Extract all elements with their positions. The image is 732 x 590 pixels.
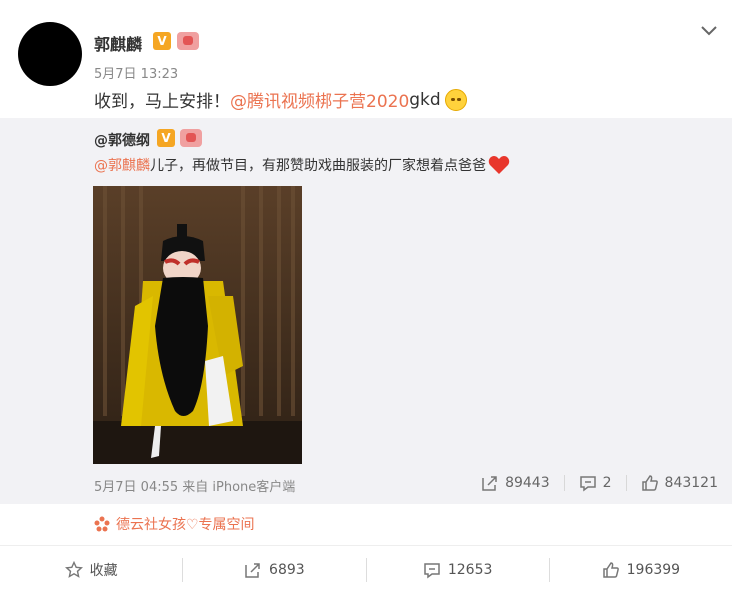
repost-text-body: 儿子，再做节目，有那赞助戏曲服装的厂家想着点爸爸 <box>150 158 486 174</box>
flower-icon <box>94 516 110 532</box>
post-text-suffix: gkd <box>409 89 441 110</box>
post-text: 收到，马上安排！ @腾讯视频梆子营2020 gkd <box>94 87 467 112</box>
forward-icon <box>245 563 260 578</box>
comment-button[interactable]: 12653 <box>367 552 549 588</box>
repost-like-button[interactable]: 843121 <box>641 474 718 492</box>
mention-link[interactable]: @腾讯视频梆子营2020 <box>230 87 409 112</box>
verified-v-icon: V <box>153 32 171 50</box>
forward-icon <box>482 476 497 491</box>
heart-emoji-icon <box>488 156 510 174</box>
repost-photo[interactable] <box>93 186 302 464</box>
post-text-prefix: 收到，马上安排！ <box>94 92 230 112</box>
like-count: 196399 <box>626 562 681 578</box>
opera-performer-image <box>93 186 302 464</box>
repost-author[interactable]: @郭德纲 <box>94 130 150 150</box>
divider <box>625 475 627 491</box>
bottom-action-bar: 收藏 6893 12653 196399 <box>0 552 732 588</box>
forward-button[interactable]: 6893 <box>183 552 365 588</box>
fan-zone-label: 德云社女孩♡专属空间 <box>116 517 255 533</box>
repost-forward-count: 89443 <box>505 475 550 491</box>
favorite-button[interactable]: 收藏 <box>0 552 182 588</box>
forward-count: 6893 <box>269 562 305 578</box>
repost-mention-link[interactable]: @郭麒麟 <box>94 155 150 175</box>
repost-comment-button[interactable]: 2 <box>579 474 612 492</box>
thumbs-up-icon <box>602 562 619 578</box>
fan-badge-icon <box>177 32 199 50</box>
repost-comment-count: 2 <box>602 475 612 491</box>
comment-count: 12653 <box>447 562 493 578</box>
avatar[interactable] <box>18 22 82 86</box>
comment-icon <box>579 476 596 492</box>
post-time[interactable]: 5月7日 13:23 <box>94 63 178 82</box>
fan-zone-link[interactable]: 德云社女孩♡专属空间 <box>94 514 255 534</box>
bottom-divider <box>0 545 732 546</box>
like-button[interactable]: 196399 <box>550 552 732 588</box>
verified-v-icon: V <box>157 129 175 147</box>
divider <box>563 475 565 491</box>
star-icon <box>64 561 83 578</box>
repost-meta: 5月7日 04:55 来自 iPhone客户端 <box>94 480 296 495</box>
blush-emoji-icon <box>444 88 467 111</box>
repost-like-count: 843121 <box>664 475 718 491</box>
fan-badge-icon <box>180 129 202 147</box>
comment-icon <box>424 563 440 579</box>
thumbs-up-icon <box>641 475 658 491</box>
repost-actions: 89443 2 843121 <box>481 474 718 492</box>
repost-forward-button[interactable]: 89443 <box>481 474 550 492</box>
repost-text: @郭麒麟 儿子，再做节目，有那赞助戏曲服装的厂家想着点爸爸 <box>94 155 510 175</box>
favorite-label: 收藏 <box>89 563 118 579</box>
post-author[interactable]: 郭麒麟 <box>94 31 142 55</box>
chevron-down-icon[interactable] <box>700 24 718 38</box>
